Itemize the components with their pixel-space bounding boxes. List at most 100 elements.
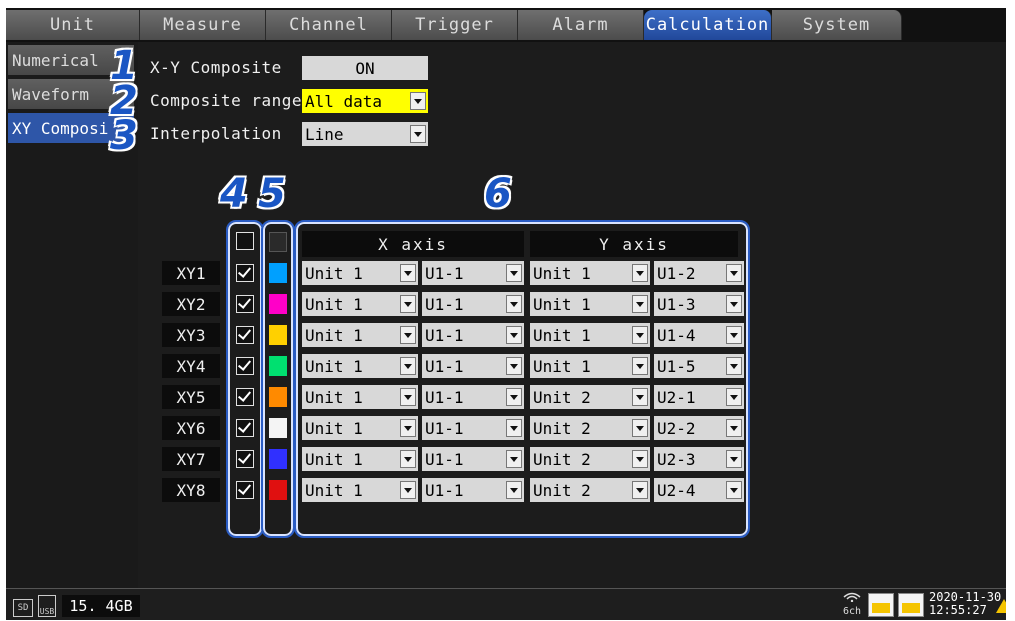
x-unit-value: Unit 1 (305, 294, 363, 314)
tab-system[interactable]: System (772, 10, 902, 40)
composite-range-value: All data (305, 91, 383, 111)
x-unit-value: Unit 1 (305, 356, 363, 376)
x-unit-select[interactable]: Unit 1 (302, 416, 418, 440)
tab-bar: Unit Measure Channel Trigger Alarm Calcu… (6, 8, 1006, 42)
chevron-down-icon (506, 357, 522, 375)
x-unit-select[interactable]: Unit 1 (302, 354, 418, 378)
y-channel-select[interactable]: U2-2 (654, 416, 744, 440)
y-channel-select[interactable]: U2-4 (654, 478, 744, 502)
network-icon (898, 593, 924, 617)
y-unit-value: Unit 2 (533, 480, 591, 500)
tab-trigger[interactable]: Trigger (392, 10, 518, 40)
y-channel-value: U1-2 (657, 263, 696, 283)
x-channel-select[interactable]: U1-1 (422, 416, 524, 440)
chevron-down-icon (726, 357, 742, 375)
row-label: XY2 (162, 292, 220, 316)
row-enable-checkbox[interactable] (236, 481, 254, 499)
row-enable-checkbox[interactable] (236, 419, 254, 437)
network-icon (868, 593, 894, 617)
tab-alarm[interactable]: Alarm (518, 10, 644, 40)
row-enable-checkbox[interactable] (236, 326, 254, 344)
y-unit-select[interactable]: Unit 1 (530, 261, 650, 285)
y-unit-select[interactable]: Unit 1 (530, 292, 650, 316)
chevron-down-icon (506, 264, 522, 282)
row-color-swatch[interactable] (269, 449, 287, 469)
wifi-waves-icon (843, 592, 861, 603)
row-label: XY3 (162, 323, 220, 347)
chevron-down-icon (632, 419, 648, 437)
tab-calculation[interactable]: Calculation (644, 10, 772, 40)
callout-6: 6 (484, 171, 512, 217)
x-unit-value: Unit 1 (305, 418, 363, 438)
tab-unit[interactable]: Unit (6, 10, 140, 40)
chevron-down-icon (400, 450, 416, 468)
x-channel-select[interactable]: U1-1 (422, 385, 524, 409)
y-unit-select[interactable]: Unit 2 (530, 416, 650, 440)
select-all-checkbox[interactable] (236, 232, 254, 250)
chevron-down-icon (506, 326, 522, 344)
row-color-swatch[interactable] (269, 418, 287, 438)
y-unit-value: Unit 1 (533, 294, 591, 314)
channel-count: 6ch (842, 606, 862, 617)
row-color-swatch[interactable] (269, 480, 287, 500)
composite-range-select[interactable]: All data (302, 89, 428, 113)
row-enable-checkbox[interactable] (236, 295, 254, 313)
x-channel-select[interactable]: U1-1 (422, 261, 524, 285)
x-channel-select[interactable]: U1-1 (422, 323, 524, 347)
callout-3: 3 (110, 113, 138, 159)
row-enable-checkbox[interactable] (236, 450, 254, 468)
row-color-swatch[interactable] (269, 294, 287, 314)
y-unit-select[interactable]: Unit 2 (530, 447, 650, 471)
chevron-down-icon (632, 388, 648, 406)
y-channel-value: U1-5 (657, 356, 696, 376)
row-color-swatch[interactable] (269, 356, 287, 376)
y-unit-select[interactable]: Unit 2 (530, 478, 650, 502)
row-enable-checkbox[interactable] (236, 357, 254, 375)
chevron-down-icon (410, 92, 426, 110)
callout-4: 4 (220, 171, 248, 217)
chevron-down-icon (506, 295, 522, 313)
tab-channel[interactable]: Channel (266, 10, 392, 40)
row-color-swatch[interactable] (269, 325, 287, 345)
x-unit-select[interactable]: Unit 1 (302, 478, 418, 502)
xy-composite-panel: X-Y Composite ON Composite range All dat… (138, 42, 1006, 588)
y-channel-select[interactable]: U1-5 (654, 354, 744, 378)
row-enable-checkbox[interactable] (236, 264, 254, 282)
xy-composite-toggle[interactable]: ON (302, 56, 428, 80)
x-unit-select[interactable]: Unit 1 (302, 385, 418, 409)
y-axis-header: Y axis (530, 231, 738, 257)
y-unit-value: Unit 1 (533, 325, 591, 345)
chevron-down-icon (726, 419, 742, 437)
y-unit-select[interactable]: Unit 1 (530, 323, 650, 347)
y-unit-value: Unit 2 (533, 418, 591, 438)
x-unit-select[interactable]: Unit 1 (302, 323, 418, 347)
y-channel-select[interactable]: U1-2 (654, 261, 744, 285)
x-unit-select[interactable]: Unit 1 (302, 447, 418, 471)
y-unit-select[interactable]: Unit 2 (530, 385, 650, 409)
y-unit-select[interactable]: Unit 1 (530, 354, 650, 378)
y-channel-select[interactable]: U1-3 (654, 292, 744, 316)
y-channel-select[interactable]: U1-4 (654, 323, 744, 347)
chevron-down-icon (632, 481, 648, 499)
chevron-down-icon (400, 357, 416, 375)
row-color-swatch[interactable] (269, 263, 287, 283)
xy-composite-label: X-Y Composite (150, 58, 282, 77)
x-channel-select[interactable]: U1-1 (422, 447, 524, 471)
color-header (269, 232, 287, 252)
chevron-down-icon (400, 481, 416, 499)
x-channel-value: U1-1 (425, 325, 464, 345)
x-unit-select[interactable]: Unit 1 (302, 261, 418, 285)
x-channel-select[interactable]: U1-1 (422, 354, 524, 378)
chevron-down-icon (632, 264, 648, 282)
interpolation-select[interactable]: Line (302, 122, 428, 146)
row-label: XY6 (162, 416, 220, 440)
y-channel-select[interactable]: U2-3 (654, 447, 744, 471)
y-channel-select[interactable]: U2-1 (654, 385, 744, 409)
x-channel-select[interactable]: U1-1 (422, 292, 524, 316)
row-enable-checkbox[interactable] (236, 388, 254, 406)
x-channel-select[interactable]: U1-1 (422, 478, 524, 502)
row-color-swatch[interactable] (269, 387, 287, 407)
row-label: XY4 (162, 354, 220, 378)
tab-measure[interactable]: Measure (140, 10, 266, 40)
x-unit-select[interactable]: Unit 1 (302, 292, 418, 316)
